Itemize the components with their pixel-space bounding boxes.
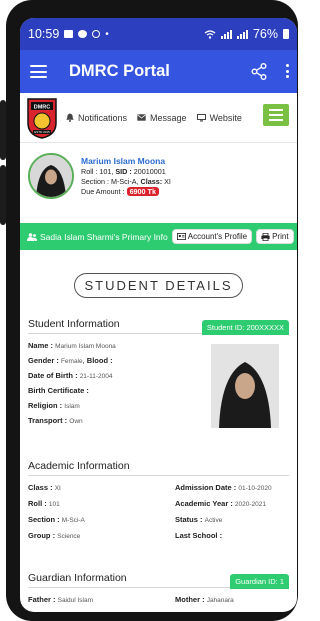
logo-estd-text: ESTD 2015 bbox=[34, 130, 50, 134]
nav-menu-button[interactable] bbox=[263, 104, 289, 126]
wifi-icon bbox=[204, 29, 216, 39]
share-icon[interactable] bbox=[251, 63, 267, 80]
section-row: Section : M-Sci-A bbox=[28, 515, 85, 524]
student-info-header: Student Information Student ID: 200XXXXX bbox=[28, 318, 289, 335]
printer-icon bbox=[261, 232, 270, 241]
message-link[interactable]: Message bbox=[137, 113, 187, 123]
instagram-icon bbox=[92, 30, 101, 38]
avatar[interactable] bbox=[28, 153, 74, 199]
roll-row: Roll : 101 bbox=[28, 499, 60, 508]
message-label: Message bbox=[150, 112, 187, 123]
guardian-info-header: Guardian Information Guardian ID: 1 bbox=[28, 572, 289, 589]
student-id-badge: Student ID: 200XXXXX bbox=[201, 320, 289, 335]
guardian-id-badge: Guardian ID: 1 bbox=[230, 574, 289, 589]
status-time: 10:59 bbox=[28, 27, 60, 41]
battery-level: 76% bbox=[252, 27, 278, 41]
more-options-icon[interactable] bbox=[286, 64, 289, 78]
status-row: Status : Active bbox=[175, 515, 223, 524]
monitor-icon bbox=[196, 113, 206, 121]
due-amount-badge: 6900 Tk bbox=[126, 186, 159, 197]
academic-info-header: Academic Information bbox=[28, 460, 289, 476]
signal-2-icon bbox=[236, 29, 248, 39]
academic-info-body: Class : XI Admission Date : 01-10-2020 R… bbox=[20, 476, 297, 544]
profile-info: Marium Islam Moona Roll : 101, SID : 200… bbox=[81, 156, 171, 197]
primary-info-bar: Sadia Islam Sharmi's Primary Info Accoun… bbox=[20, 223, 297, 250]
status-bar: 10:59 • 76% bbox=[20, 18, 297, 50]
print-button[interactable]: Print bbox=[256, 229, 294, 244]
avatar-photo bbox=[30, 155, 72, 197]
gallery-icon bbox=[64, 30, 74, 38]
messenger-icon bbox=[78, 30, 88, 38]
school-logo[interactable]: DMRC ESTD 2015 bbox=[26, 97, 58, 139]
academic-info-heading: Academic Information bbox=[28, 460, 130, 472]
app-title: DMRC Portal bbox=[69, 62, 170, 80]
website-label: Website bbox=[209, 112, 242, 123]
student-info-body: Name : Marium Islam Moona Gender : Femal… bbox=[20, 334, 297, 428]
envelope-icon bbox=[137, 114, 146, 121]
logo-text: DMRC bbox=[34, 104, 51, 110]
father-row: Father : Saidul Islam bbox=[28, 595, 94, 604]
bell-icon bbox=[66, 113, 74, 122]
profile-section-class: Section : M-Sci-A, Class: XI bbox=[81, 176, 171, 186]
website-link[interactable]: Website bbox=[196, 112, 242, 123]
phone-frame: 10:59 • 76% DMRC Portal DMRC ESTD 2015 N… bbox=[0, 0, 298, 621]
admission-date-row: Admission Date : 01-10-2020 bbox=[175, 483, 272, 492]
mother-row: Mother : Jahanara bbox=[175, 595, 234, 604]
notifications-label: Notifications bbox=[78, 112, 128, 123]
users-icon bbox=[27, 232, 37, 241]
app-bar: DMRC Portal bbox=[20, 50, 297, 93]
account-profile-button[interactable]: Account's Profile bbox=[171, 229, 253, 244]
profile-roll-sid: Roll : 101, SID : 20010001 bbox=[81, 167, 166, 177]
signal-icon bbox=[220, 29, 232, 39]
page-title: STUDENT DETAILS bbox=[73, 273, 244, 298]
academic-year-row: Academic Year : 2020-2021 bbox=[175, 499, 267, 508]
top-nav: DMRC ESTD 2015 Notifications Message Web… bbox=[20, 93, 297, 143]
profile-card: Marium Islam Moona Roll : 101, SID : 200… bbox=[20, 143, 297, 209]
profile-due: Due Amount : 6900 Tk bbox=[81, 186, 171, 197]
profile-name[interactable]: Marium Islam Moona bbox=[81, 156, 171, 167]
guardian-info-body: Father : Saidul Islam Mother : Jahanara bbox=[20, 588, 297, 608]
group-row: Group : Science bbox=[28, 531, 81, 540]
last-school-row: Last School : bbox=[175, 531, 223, 540]
more-notifications-dot: • bbox=[105, 28, 109, 40]
battery-icon bbox=[283, 29, 289, 39]
student-photo bbox=[211, 344, 279, 428]
power-button bbox=[0, 165, 6, 225]
screen: 10:59 • 76% DMRC Portal DMRC ESTD 2015 N… bbox=[20, 18, 297, 612]
primary-info-title: Sadia Islam Sharmi's Primary Info bbox=[27, 232, 168, 242]
notifications-link[interactable]: Notifications bbox=[66, 113, 127, 123]
class-row: Class : XI bbox=[28, 483, 61, 492]
volume-button bbox=[0, 100, 6, 160]
id-card-icon bbox=[176, 233, 186, 240]
drawer-menu-icon[interactable] bbox=[30, 65, 47, 78]
